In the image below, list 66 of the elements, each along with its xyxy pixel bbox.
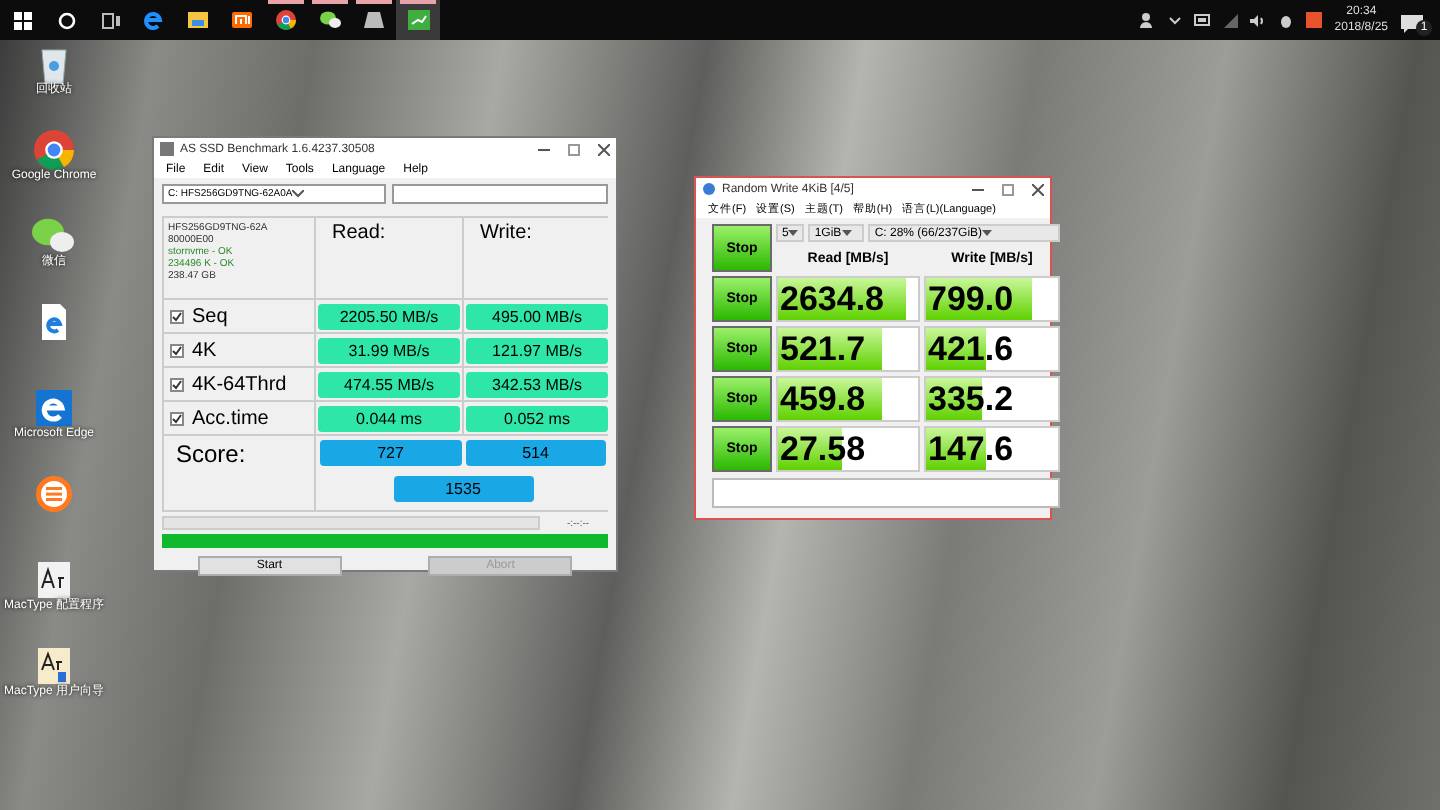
drive-icon[interactable] <box>364 10 384 30</box>
column-header: Write: <box>464 218 610 298</box>
close-icon[interactable] <box>598 143 610 155</box>
checkbox[interactable] <box>170 309 184 323</box>
minimize-icon[interactable] <box>538 143 550 155</box>
checkbox[interactable] <box>170 411 184 425</box>
circle-icon[interactable] <box>57 11 75 29</box>
check-icon <box>172 345 182 355</box>
text-field[interactable] <box>392 184 608 204</box>
column-header: Read: <box>316 218 462 298</box>
result-value: 799.0 <box>926 278 1016 320</box>
app-tray-icon[interactable] <box>1306 12 1323 28</box>
edge-icon[interactable] <box>144 10 164 30</box>
caret-icon <box>982 230 993 236</box>
minimize-icon[interactable] <box>972 183 984 195</box>
signal-icon[interactable] <box>1224 13 1239 27</box>
font-wizard-icon[interactable] <box>34 646 74 686</box>
checkbox[interactable] <box>170 343 184 357</box>
check-icon <box>172 413 182 423</box>
comment-field[interactable] <box>712 478 1060 508</box>
speaker-icon[interactable] <box>1250 13 1267 27</box>
total-score: 1535 <box>393 475 533 501</box>
result-value: 31.99 MB/s <box>318 337 460 363</box>
task-view-icon[interactable] <box>101 11 119 29</box>
result-value: 342.53 MB/s <box>466 371 608 397</box>
test-name: 4K <box>192 339 217 361</box>
maximize-icon[interactable] <box>1002 183 1014 195</box>
test-name: 4K-64Thrd <box>192 373 287 395</box>
battery-icon[interactable] <box>1194 14 1213 26</box>
checkbox[interactable] <box>170 377 184 391</box>
benchmark-app-icon[interactable] <box>407 10 429 30</box>
caret-icon <box>292 190 305 198</box>
test-name: Seq <box>192 305 228 327</box>
font-app-icon[interactable] <box>34 560 74 600</box>
app-icon <box>160 142 174 156</box>
result-value: 2634.8 <box>778 278 886 320</box>
chevron-up-icon[interactable] <box>1168 14 1183 26</box>
result-value: 2205.50 MB/s <box>318 303 460 329</box>
score-value: 514 <box>465 440 606 466</box>
windows-logo-icon[interactable] <box>13 11 31 29</box>
result-value: 521.7 <box>778 328 868 370</box>
caret-icon <box>841 230 852 236</box>
result-value: 121.97 MB/s <box>466 337 608 363</box>
chat-bubbles-icon[interactable] <box>319 10 341 30</box>
score-value: 727 <box>320 440 461 466</box>
result-value: 495.00 MB/s <box>466 303 608 329</box>
edge-icon[interactable] <box>34 388 74 428</box>
test-name: Acc.time <box>192 407 269 429</box>
check-icon <box>172 379 182 389</box>
app-icon <box>702 182 716 196</box>
caret-icon <box>788 230 799 236</box>
mi-logo-icon[interactable] <box>232 10 252 30</box>
person-icon[interactable] <box>1140 12 1157 28</box>
result-value: 0.044 ms <box>318 405 460 431</box>
folder-icon[interactable] <box>188 10 208 30</box>
maximize-icon[interactable] <box>568 143 580 155</box>
check-icon <box>172 311 182 321</box>
result-value: 459.8 <box>778 378 868 420</box>
result-value: 474.55 MB/s <box>318 371 460 397</box>
result-value: 0.052 ms <box>466 405 608 431</box>
close-icon[interactable] <box>1032 183 1044 195</box>
taskbar-button[interactable] <box>396 0 440 40</box>
music-app-icon[interactable] <box>34 474 74 514</box>
score-label: Score: <box>164 436 314 510</box>
chrome-icon[interactable] <box>34 130 74 170</box>
chrome-icon[interactable] <box>276 10 296 30</box>
